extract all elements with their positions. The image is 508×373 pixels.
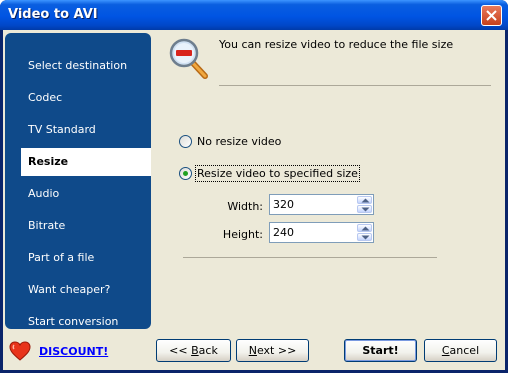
no-resize-label[interactable]: No resize video [197, 135, 281, 148]
resize-panel: You can resize video to reduce the file … [155, 30, 505, 330]
height-stepper[interactable]: 240 [269, 222, 374, 243]
arrow-up-icon [361, 226, 370, 231]
width-label: Width: [227, 200, 263, 213]
width-stepper[interactable]: 320 [269, 194, 374, 215]
cancel-button[interactable]: Cancel [424, 339, 497, 362]
sidebar-item-label: Start conversion [28, 315, 119, 328]
arrow-up-icon [361, 198, 370, 203]
height-value[interactable]: 240 [273, 226, 294, 239]
back-prefix: << [169, 344, 192, 357]
sidebar-item-audio[interactable]: Audio [5, 180, 151, 208]
sidebar-item-label: TV Standard [28, 123, 96, 136]
dialog-body: Select destination Codec TV Standard Res… [3, 30, 505, 370]
sidebar-item-label: Select destination [28, 59, 128, 72]
header-divider [219, 85, 491, 86]
next-accelerator: N [248, 344, 257, 357]
height-increase-button[interactable] [357, 224, 372, 232]
start-button[interactable]: Start! [344, 339, 417, 362]
resize-specified-radio[interactable] [179, 167, 192, 180]
arrow-down-icon [361, 235, 370, 240]
width-decrease-button[interactable] [357, 205, 372, 213]
height-decrease-button[interactable] [357, 233, 372, 241]
width-value[interactable]: 320 [273, 198, 294, 211]
sidebar-item-tv-standard[interactable]: TV Standard [5, 116, 151, 144]
sidebar-item-label: Bitrate [28, 219, 66, 232]
sidebar-item-label: Want cheaper? [28, 283, 111, 296]
sidebar-item-select-destination[interactable]: Select destination [5, 52, 151, 80]
start-label: Start! [362, 344, 399, 357]
close-button[interactable] [481, 5, 502, 26]
no-resize-radio[interactable] [179, 135, 192, 148]
sidebar-item-resize[interactable]: Resize [21, 148, 151, 176]
header-description: You can resize video to reduce the file … [219, 38, 454, 51]
cancel-accelerator: C [441, 344, 450, 357]
sidebar-nav: Select destination Codec TV Standard Res… [5, 33, 151, 329]
height-spin-buttons [357, 224, 372, 241]
options-divider [183, 257, 437, 258]
resize-specified-label[interactable]: Resize video to specified size [195, 165, 360, 182]
discount-link[interactable]: DISCOUNT! [39, 345, 108, 358]
sidebar-item-label: Part of a file [28, 251, 95, 264]
sidebar-item-codec[interactable]: Codec [5, 84, 151, 112]
next-label-rest: ext >> [256, 344, 297, 357]
sidebar-item-label: Audio [28, 187, 60, 200]
close-icon [486, 10, 497, 21]
heart-icon[interactable] [9, 341, 31, 361]
width-increase-button[interactable] [357, 196, 372, 204]
sidebar-item-bitrate[interactable]: Bitrate [5, 212, 151, 240]
magnifier-minus-icon [169, 38, 208, 79]
sidebar-item-want-cheaper[interactable]: Want cheaper? [5, 276, 151, 304]
width-spin-buttons [357, 196, 372, 213]
sidebar-item-label: Resize [28, 155, 69, 168]
cancel-label-rest: ancel [449, 344, 480, 357]
back-label-rest: ack [198, 344, 218, 357]
sidebar-item-label: Codec [28, 91, 63, 104]
back-accelerator: B [191, 344, 199, 357]
window-title: Video to AVI [8, 7, 98, 22]
back-button[interactable]: << Back [156, 339, 231, 362]
arrow-down-icon [361, 207, 370, 212]
app-window: Video to AVI Select destination Codec TV… [0, 0, 508, 373]
next-button[interactable]: Next >> [236, 339, 309, 362]
radio-selected-dot [183, 171, 188, 176]
height-label: Height: [222, 228, 263, 241]
sidebar-item-start-conversion[interactable]: Start conversion [5, 308, 151, 329]
sidebar-item-part-of-file[interactable]: Part of a file [5, 244, 151, 272]
title-bar[interactable]: Video to AVI [0, 0, 508, 30]
